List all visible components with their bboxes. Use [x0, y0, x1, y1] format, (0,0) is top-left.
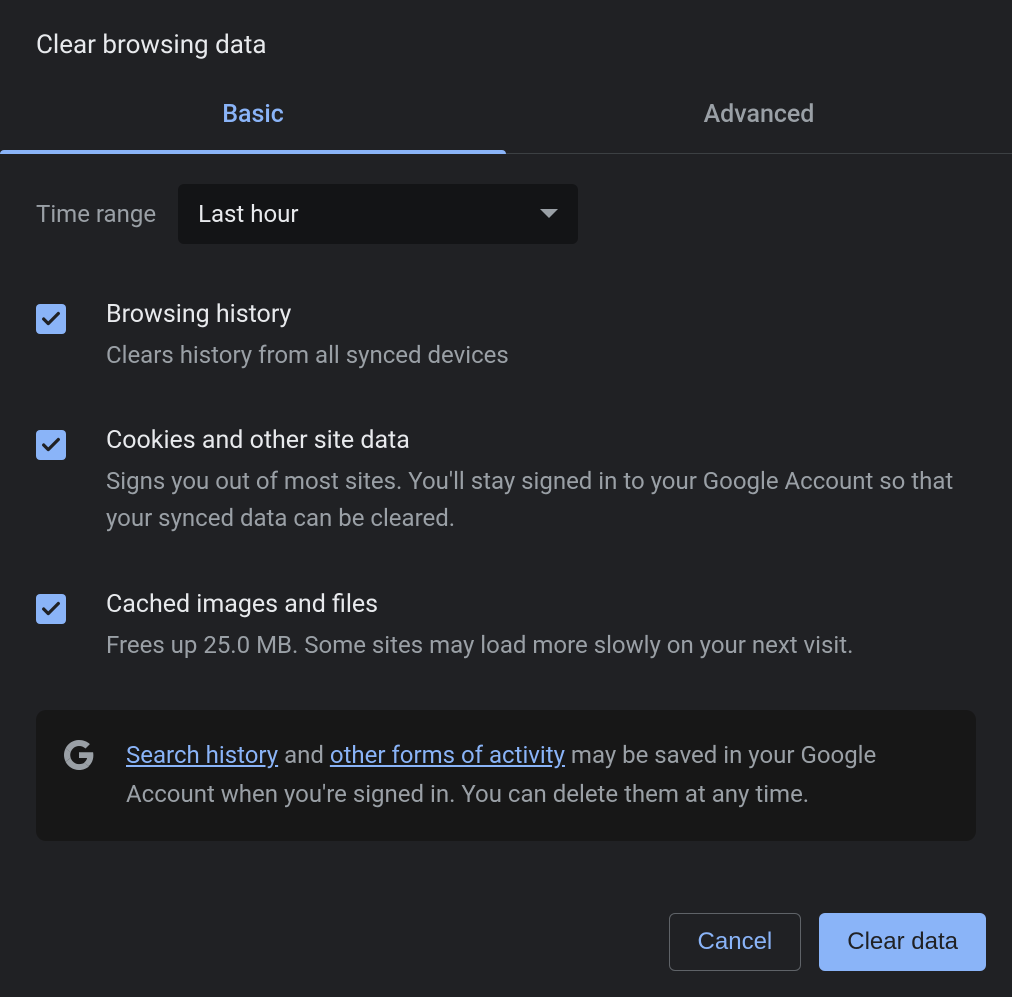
info-text-and: and	[278, 741, 330, 769]
option-browsing-history: Browsing history Clears history from all…	[36, 300, 976, 374]
option-title: Cached images and files	[106, 590, 976, 619]
check-icon	[40, 434, 62, 456]
tab-basic[interactable]: Basic	[0, 80, 506, 153]
dialog-title: Clear browsing data	[0, 0, 1012, 80]
option-text: Cookies and other site data Signs you ou…	[106, 426, 976, 537]
check-icon	[40, 598, 62, 620]
option-text: Browsing history Clears history from all…	[106, 300, 976, 374]
time-range-row: Time range Last hour	[36, 184, 976, 244]
chevron-down-icon	[540, 209, 558, 219]
check-icon	[40, 308, 62, 330]
time-range-select[interactable]: Last hour	[178, 184, 578, 244]
option-text: Cached images and files Frees up 25.0 MB…	[106, 590, 976, 664]
clear-data-button[interactable]: Clear data	[819, 913, 986, 971]
option-cached: Cached images and files Frees up 25.0 MB…	[36, 590, 976, 664]
time-range-label: Time range	[36, 200, 156, 228]
checkbox-cookies[interactable]	[36, 430, 66, 460]
dialog-content: Time range Last hour Browsing history Cl…	[0, 154, 1012, 841]
dialog-footer: Cancel Clear data	[0, 887, 1012, 997]
google-icon	[64, 740, 94, 770]
option-cookies: Cookies and other site data Signs you ou…	[36, 426, 976, 537]
info-text: Search history and other forms of activi…	[126, 736, 948, 815]
tab-advanced[interactable]: Advanced	[506, 80, 1012, 153]
clear-browsing-data-dialog: Clear browsing data Basic Advanced Time …	[0, 0, 1012, 997]
google-info-box: Search history and other forms of activi…	[36, 710, 976, 841]
option-desc: Signs you out of most sites. You'll stay…	[106, 463, 976, 537]
option-title: Browsing history	[106, 300, 976, 329]
checkbox-cached[interactable]	[36, 594, 66, 624]
link-other-activity[interactable]: other forms of activity	[330, 741, 565, 769]
option-desc: Clears history from all synced devices	[106, 337, 976, 374]
option-desc: Frees up 25.0 MB. Some sites may load mo…	[106, 627, 976, 664]
time-range-value: Last hour	[198, 200, 298, 228]
option-title: Cookies and other site data	[106, 426, 976, 455]
tabs: Basic Advanced	[0, 80, 1012, 154]
link-search-history[interactable]: Search history	[126, 741, 278, 769]
checkbox-browsing-history[interactable]	[36, 304, 66, 334]
cancel-button[interactable]: Cancel	[669, 913, 802, 971]
